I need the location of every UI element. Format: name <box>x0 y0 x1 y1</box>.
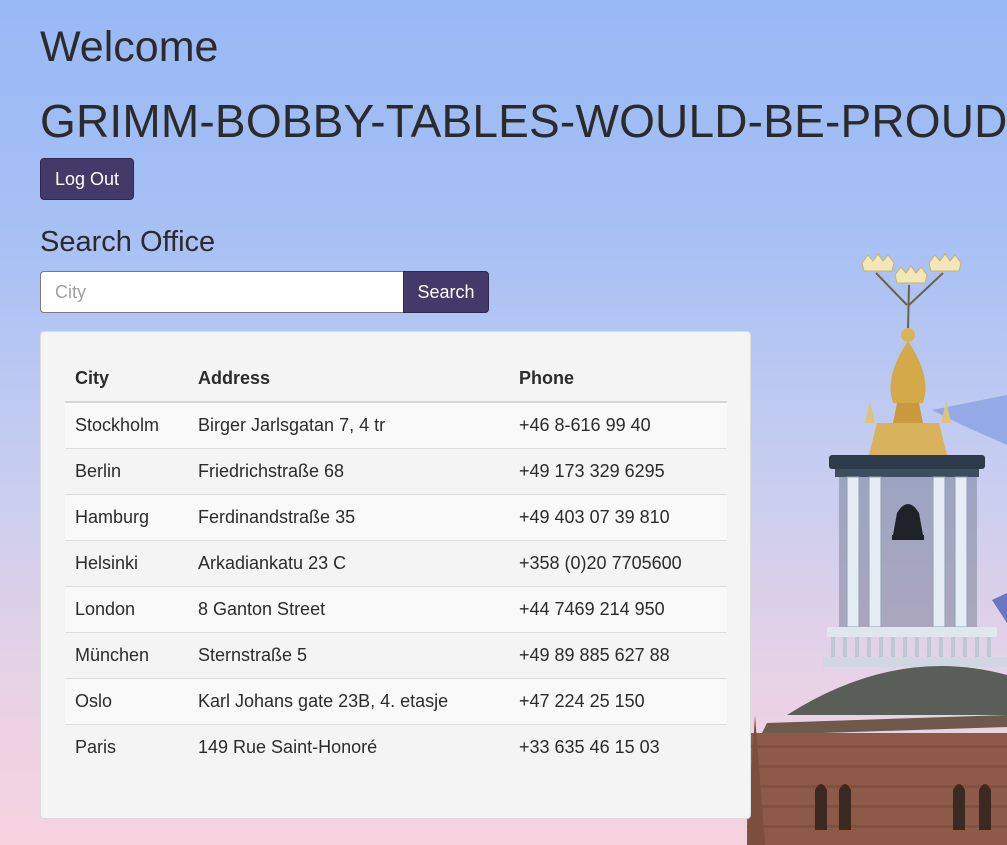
logout-button[interactable]: Log Out <box>40 158 134 200</box>
table-row: Hamburg Ferdinandstraße 35 +49 403 07 39… <box>65 494 727 541</box>
address-cell: Birger Jarlsgatan 7, 4 tr <box>198 415 386 435</box>
address-cell: 149 Rue Saint-Honoré <box>188 724 509 770</box>
phone-cell: +49 89 885 627 88 <box>509 632 727 679</box>
phone-cell: +33 635 46 15 03 <box>509 724 727 770</box>
city-cell: Paris <box>65 724 188 770</box>
username-heading: GRIMM-BOBBY-TABLES-WOULD-BE-PROUD <box>40 95 1007 147</box>
phone-cell: +44 7469 214 950 <box>509 586 727 633</box>
phone-cell: +49 403 07 39 810 <box>509 494 727 541</box>
phone-cell: +358 (0)20 7705600 <box>509 540 727 587</box>
table-row: München Sternstraße 5 +49 89 885 627 88 <box>65 632 727 679</box>
address-cell: Arkadiankatu 23 C <box>188 540 509 587</box>
search-office-title: Search Office <box>40 226 216 258</box>
phone-cell: +49 173 329 6295 <box>509 448 727 495</box>
city-cell: Oslo <box>65 678 188 725</box>
table-row: Helsinki Arkadiankatu 23 C +358 (0)20 77… <box>65 540 727 587</box>
column-header-address: Address <box>188 356 509 403</box>
offices-panel: City Address Phone Stockholm Birger Jarl… <box>40 331 751 819</box>
address-cell: Ferdinandstraße 35 <box>188 494 509 541</box>
phone-cell: +47 224 25 150 <box>509 678 727 725</box>
offices-table: City Address Phone Stockholm Birger Jarl… <box>65 356 727 770</box>
table-row: London 8 Ganton Street +44 7469 214 950 <box>65 586 727 633</box>
city-cell: München <box>65 632 188 679</box>
address-cell: Friedrichstraße 68 <box>188 448 509 495</box>
column-header-phone: Phone <box>509 356 727 403</box>
phone-cell: +46 8-616 99 40 <box>519 415 651 435</box>
table-header-row: City Address Phone <box>65 356 727 403</box>
address-cell: Sternstraße 5 <box>188 632 509 679</box>
table-row: Paris 149 Rue Saint-Honoré +33 635 46 15… <box>65 724 727 770</box>
city-cell: London <box>65 586 188 633</box>
table-row: Stockholm Birger Jarlsgatan 7, 4 tr +46 … <box>65 402 727 449</box>
welcome-heading: Welcome <box>40 23 219 71</box>
address-cell: Karl Johans gate 23B, 4. etasje <box>188 678 509 725</box>
city-cell: Berlin <box>65 448 188 495</box>
column-header-city: City <box>65 356 188 403</box>
search-form: Search <box>40 271 489 313</box>
city-search-input[interactable] <box>40 271 403 313</box>
table-row: Berlin Friedrichstraße 68 +49 173 329 62… <box>65 448 727 495</box>
search-button[interactable]: Search <box>403 271 489 313</box>
city-cell: Helsinki <box>65 540 188 587</box>
address-cell: 8 Ganton Street <box>188 586 509 633</box>
city-cell: Hamburg <box>65 494 188 541</box>
city-hall-tower-icon <box>747 253 1007 845</box>
city-cell: Stockholm <box>75 415 160 435</box>
table-row: Oslo Karl Johans gate 23B, 4. etasje +47… <box>65 678 727 725</box>
